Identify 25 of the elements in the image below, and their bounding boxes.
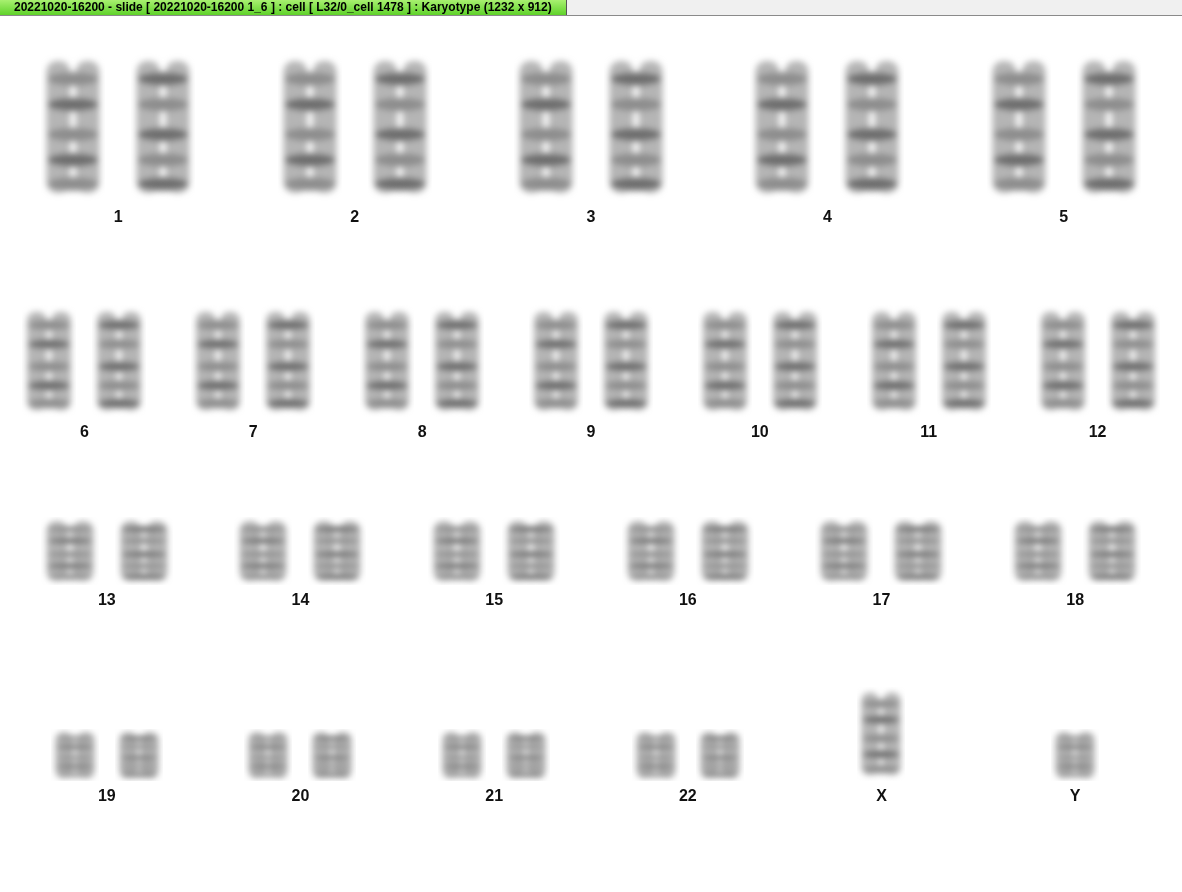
chromosome-number: X bbox=[876, 787, 887, 805]
chromosome-number: 13 bbox=[97, 591, 116, 609]
chromosome-number: 9 bbox=[586, 423, 596, 441]
chromosome-number: 8 bbox=[417, 423, 427, 441]
chromosome-number: 14 bbox=[291, 591, 310, 609]
chromosome-number: 19 bbox=[97, 787, 116, 805]
chromosome-number: 3 bbox=[586, 208, 596, 226]
chromosome-number: 7 bbox=[248, 423, 258, 441]
chromosome-number: 22 bbox=[678, 787, 697, 805]
chromosome-number: 21 bbox=[485, 787, 504, 805]
chromosome-number: 20 bbox=[291, 787, 310, 805]
chromosome-number: 1 bbox=[113, 208, 123, 226]
chromosome-number: 17 bbox=[872, 591, 891, 609]
chromosome-number: 15 bbox=[485, 591, 504, 609]
chromosome-number: 10 bbox=[750, 423, 769, 441]
chromosome-number: 12 bbox=[1088, 423, 1107, 441]
chromosome-number: 4 bbox=[822, 208, 832, 226]
chromosome-number: 11 bbox=[920, 423, 938, 441]
chromosome-number: 18 bbox=[1066, 591, 1085, 609]
chromosome-number: 16 bbox=[678, 591, 697, 609]
chromosome-number: Y bbox=[1069, 787, 1081, 805]
chromosome-number: 5 bbox=[1059, 208, 1069, 226]
window-title: 20221020-16200 - slide [ 20221020-16200 1_6 ] : cell [ L32/0_cell 1478 ] : Karyotype (1232 x 912) bbox=[0, 0, 567, 15]
chromosome-number: 2 bbox=[350, 208, 360, 226]
chromosome-number: 6 bbox=[79, 423, 89, 441]
